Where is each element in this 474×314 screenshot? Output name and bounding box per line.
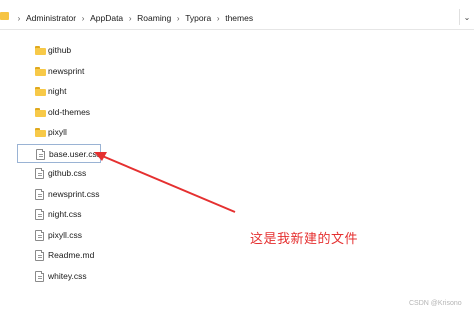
file-icon <box>35 250 44 261</box>
chevron-right-icon: › <box>17 13 21 23</box>
folder-icon <box>0 12 9 20</box>
file-name: github.css <box>48 168 87 178</box>
list-item-file-github-css[interactable]: github.css <box>17 164 101 183</box>
list-item-file-newsprint-css[interactable]: newsprint.css <box>17 185 101 204</box>
address-bar[interactable]: › Administrator › AppData › Roaming › Ty… <box>0 0 474 30</box>
list-item-file-whitey-css[interactable]: whitey.css <box>17 267 101 286</box>
chevron-right-icon[interactable]: › <box>123 14 137 23</box>
list-item-file-base-user-css[interactable]: base.user.css <box>17 143 101 163</box>
file-icon <box>35 209 44 220</box>
file-name: newsprint.css <box>48 188 100 199</box>
file-name: Readme.md <box>48 250 95 260</box>
file-name: night <box>48 86 67 96</box>
file-icon <box>35 229 44 241</box>
folder-icon <box>35 66 46 76</box>
list-item-file-night-css[interactable]: night.css <box>17 205 101 224</box>
chevron-right-icon[interactable]: › <box>171 14 185 23</box>
list-item-folder-night[interactable]: night <box>17 82 101 101</box>
file-name: pixyll <box>48 127 67 137</box>
breadcrumb-item-themes[interactable]: themes <box>225 13 253 23</box>
file-name: newsprint <box>48 65 85 76</box>
breadcrumb-item-administrator[interactable]: Administrator <box>26 13 76 23</box>
breadcrumb-item-appdata[interactable]: AppData <box>90 13 123 23</box>
folder-icon <box>35 128 46 137</box>
list-item-file-readme-md[interactable]: Readme.md <box>17 246 101 265</box>
list-item-file-pixyll-css[interactable]: pixyll.css <box>17 226 101 245</box>
folder-icon <box>35 107 46 117</box>
file-icon <box>35 270 44 282</box>
file-name: whitey.css <box>48 270 87 281</box>
annotation-text: 这是我新建的文件 <box>250 232 359 247</box>
folder-icon <box>35 87 46 96</box>
file-icon <box>35 168 44 179</box>
folder-icon <box>35 46 46 55</box>
breadcrumb-item-typora[interactable]: Typora <box>185 13 211 23</box>
chevron-right-icon[interactable]: › <box>211 14 225 23</box>
file-icon <box>36 148 45 160</box>
file-name: old-themes <box>48 106 91 117</box>
watermark: CSDN @Krisono <box>409 300 462 307</box>
file-name: base.user.css <box>49 148 101 159</box>
file-name: night.css <box>48 209 82 219</box>
list-item-folder-pixyll[interactable]: pixyll <box>17 123 101 142</box>
breadcrumb-item-roaming[interactable]: Roaming <box>137 13 171 23</box>
list-item-folder-github[interactable]: github <box>17 41 101 60</box>
breadcrumb: › Administrator › AppData › Roaming › Ty… <box>12 12 253 24</box>
file-name: pixyll.css <box>48 229 83 240</box>
list-item-folder-old-themes[interactable]: old-themes <box>17 103 101 122</box>
file-list: github newsprint night old-themes pixyll… <box>0 30 474 314</box>
file-name: github <box>48 45 72 55</box>
list-item-folder-newsprint[interactable]: newsprint <box>17 62 101 81</box>
file-icon <box>35 188 44 200</box>
chevron-right-icon[interactable]: › <box>76 14 90 23</box>
chevron-down-icon[interactable]: ⌄ <box>459 9 474 25</box>
